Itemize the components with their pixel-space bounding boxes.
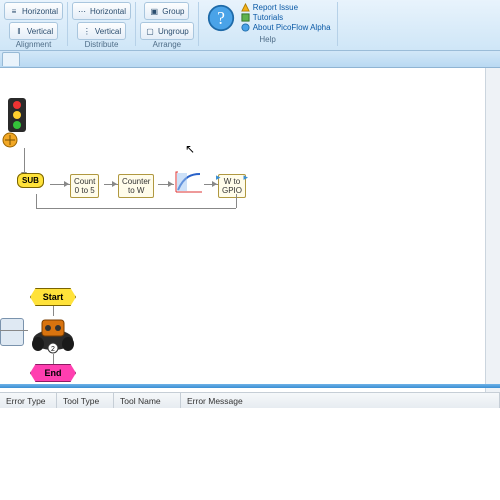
port-icon: ▸ — [243, 172, 248, 183]
ungroup-button[interactable]: ▢Ungroup — [140, 22, 194, 40]
svg-text:?: ? — [217, 8, 225, 28]
ribbon: ≡Horizontal ‖Vertical Alignment ⋯Horizon… — [0, 0, 500, 51]
connector — [236, 194, 237, 208]
arrow-icon — [168, 181, 173, 187]
book-icon — [241, 13, 250, 22]
node-start[interactable]: Start — [30, 288, 76, 306]
distribute-vertical-button[interactable]: ⋮Vertical — [77, 22, 126, 40]
tab-strip — [0, 51, 500, 68]
panel-splitter[interactable] — [0, 384, 500, 388]
svg-text:2: 2 — [51, 346, 55, 353]
distribute-horizontal-button[interactable]: ⋯Horizontal — [72, 2, 131, 20]
error-list-body — [0, 408, 500, 500]
col-error-type[interactable]: Error Type — [0, 393, 57, 409]
node-end[interactable]: End — [30, 364, 76, 382]
group-label-arrange: Arrange — [153, 40, 181, 50]
node-sensor[interactable] — [0, 318, 24, 346]
ungroup-icon: ▢ — [145, 26, 155, 36]
warning-icon — [241, 3, 250, 12]
help-icon[interactable]: ? — [207, 4, 235, 32]
canvas-tab[interactable] — [2, 52, 20, 66]
node-counter-to-w[interactable]: Counter to W — [118, 174, 154, 198]
col-tool-name[interactable]: Tool Name — [114, 393, 181, 409]
ribbon-group-alignment: ≡Horizontal ‖Vertical Alignment — [0, 2, 68, 46]
node-count[interactable]: Count 0 to 5 — [70, 174, 99, 198]
node-w-to-gpio[interactable]: W to GPIO▸▸ — [218, 174, 246, 198]
col-error-message[interactable]: Error Message — [181, 393, 500, 409]
node-delay-chart[interactable] — [174, 170, 204, 198]
tutorials-link[interactable]: Tutorials — [241, 13, 331, 22]
arrow-icon — [112, 181, 117, 187]
port-icon: ▸ — [216, 172, 221, 183]
ribbon-group-distribute: ⋯Horizontal ⋮Vertical Distribute — [68, 2, 136, 46]
dist-v-icon: ⋮ — [82, 26, 92, 36]
cursor-icon: ↖ — [185, 142, 195, 156]
node-start-traffic[interactable] — [0, 96, 34, 148]
group-button[interactable]: ▣Group — [144, 2, 189, 20]
group-label-alignment: Alignment — [16, 40, 52, 50]
group-label-distribute: Distribute — [85, 40, 119, 50]
about-link[interactable]: About PicoFlow Alpha — [241, 23, 331, 32]
flow-canvas[interactable]: SUB Count 0 to 5 Counter to W W to GPIO▸… — [0, 68, 500, 438]
align-h-icon: ≡ — [9, 6, 19, 16]
align-horizontal-button[interactable]: ≡Horizontal — [4, 2, 63, 20]
ribbon-group-help: ? Report Issue Tutorials About PicoFlow … — [199, 2, 338, 46]
align-vertical-button[interactable]: ‖Vertical — [9, 22, 58, 40]
report-issue-link[interactable]: Report Issue — [241, 3, 331, 12]
dist-h-icon: ⋯ — [77, 6, 87, 16]
group-icon: ▣ — [149, 6, 159, 16]
col-tool-type[interactable]: Tool Type — [57, 393, 114, 409]
group-label-help: Help — [199, 35, 337, 45]
vertical-scrollbar[interactable] — [485, 68, 500, 438]
arrow-icon — [64, 181, 69, 187]
node-robot[interactable]: 2 — [28, 314, 78, 354]
align-v-icon: ‖ — [14, 26, 24, 36]
connector — [0, 330, 28, 331]
ribbon-group-arrange: ▣Group ▢Ungroup Arrange — [136, 2, 199, 46]
info-icon — [241, 23, 250, 32]
node-sub[interactable]: SUB — [17, 176, 44, 185]
connector — [36, 194, 37, 208]
connector — [36, 208, 236, 209]
